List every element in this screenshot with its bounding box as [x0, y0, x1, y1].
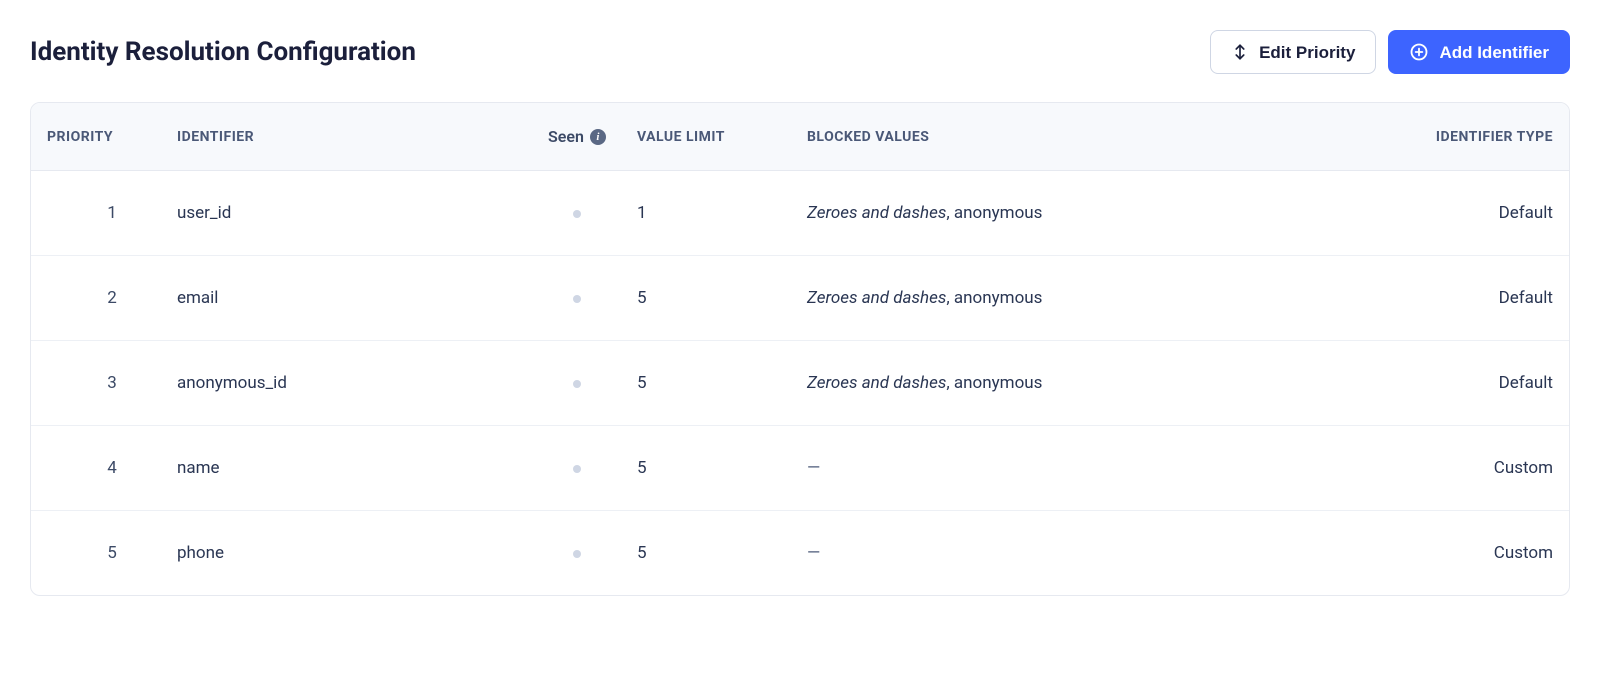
- table-row[interactable]: 1user_id1Zeroes and dashes, anonymousDef…: [31, 171, 1569, 256]
- col-seen-label: Seen: [548, 127, 584, 146]
- blocked-values-empty: —: [807, 458, 820, 478]
- blocked-values-italic: Zeroes and dashes: [807, 288, 946, 308]
- cell-identifier-type: Default: [1373, 373, 1553, 393]
- cell-blocked-values: Zeroes and dashes, anonymous: [807, 288, 1373, 308]
- header-actions: Edit Priority Add Identifier: [1210, 30, 1570, 74]
- cell-blocked-values: Zeroes and dashes, anonymous: [807, 203, 1373, 223]
- add-identifier-button[interactable]: Add Identifier: [1388, 30, 1570, 74]
- blocked-values-rest: , anonymous: [946, 203, 1042, 223]
- cell-value-limit: 5: [637, 373, 807, 393]
- cell-value-limit: 5: [637, 543, 807, 563]
- cell-blocked-values: —: [807, 458, 1373, 478]
- cell-priority: 1: [47, 203, 177, 223]
- blocked-values-italic: Zeroes and dashes: [807, 203, 946, 223]
- table-body: 1user_id1Zeroes and dashes, anonymousDef…: [31, 171, 1569, 595]
- add-identifier-label: Add Identifier: [1439, 44, 1549, 61]
- edit-priority-button[interactable]: Edit Priority: [1210, 30, 1376, 74]
- page-title: Identity Resolution Configuration: [30, 37, 416, 67]
- cell-value-limit: 5: [637, 288, 807, 308]
- cell-value-limit: 1: [637, 203, 807, 223]
- plus-circle-icon: [1409, 42, 1429, 62]
- cell-priority: 2: [47, 288, 177, 308]
- cell-identifier-type: Custom: [1373, 543, 1553, 563]
- sort-arrows-icon: [1231, 43, 1249, 61]
- col-blocked-values-header: BLOCKED VALUES: [807, 129, 1373, 145]
- cell-identifier-type: Default: [1373, 288, 1553, 308]
- seen-indicator-icon: [573, 380, 581, 388]
- cell-identifier: name: [177, 458, 517, 478]
- cell-blocked-values: —: [807, 543, 1373, 563]
- table-row[interactable]: 2email5Zeroes and dashes, anonymousDefau…: [31, 256, 1569, 341]
- identifier-table: PRIORITY IDENTIFIER Seen i VALUE LIMIT B…: [30, 102, 1570, 596]
- cell-seen: [517, 543, 637, 563]
- blocked-values-italic: Zeroes and dashes: [807, 373, 946, 393]
- cell-identifier: email: [177, 288, 517, 308]
- cell-priority: 3: [47, 373, 177, 393]
- col-priority-header: PRIORITY: [47, 129, 177, 145]
- cell-priority: 4: [47, 458, 177, 478]
- table-header-row: PRIORITY IDENTIFIER Seen i VALUE LIMIT B…: [31, 103, 1569, 171]
- cell-identifier-type: Custom: [1373, 458, 1553, 478]
- col-identifier-type-header: IDENTIFIER TYPE: [1373, 129, 1553, 145]
- cell-identifier-type: Default: [1373, 203, 1553, 223]
- table-row[interactable]: 5phone5—Custom: [31, 511, 1569, 595]
- cell-seen: [517, 203, 637, 223]
- seen-indicator-icon: [573, 210, 581, 218]
- cell-identifier: user_id: [177, 203, 517, 223]
- col-value-limit-header: VALUE LIMIT: [637, 129, 807, 145]
- cell-value-limit: 5: [637, 458, 807, 478]
- cell-identifier: phone: [177, 543, 517, 563]
- cell-priority: 5: [47, 543, 177, 563]
- seen-indicator-icon: [573, 465, 581, 473]
- info-icon[interactable]: i: [590, 129, 606, 145]
- cell-identifier: anonymous_id: [177, 373, 517, 393]
- cell-seen: [517, 288, 637, 308]
- page-header: Identity Resolution Configuration Edit P…: [30, 30, 1570, 74]
- table-row[interactable]: 4name 5— Custom: [31, 426, 1569, 511]
- blocked-values-empty: —: [807, 543, 820, 563]
- seen-indicator-icon: [573, 550, 581, 558]
- seen-indicator-icon: [573, 295, 581, 303]
- table-row[interactable]: 3anonymous_id 5Zeroes and dashes, anonymo…: [31, 341, 1569, 426]
- blocked-values-rest: , anonymous: [946, 288, 1042, 308]
- col-seen-header: Seen i: [517, 127, 637, 146]
- blocked-values-rest: , anonymous: [946, 373, 1042, 393]
- cell-seen: [517, 373, 637, 393]
- cell-seen: [517, 458, 637, 478]
- col-identifier-header: IDENTIFIER: [177, 129, 517, 145]
- edit-priority-label: Edit Priority: [1259, 44, 1355, 61]
- cell-blocked-values: Zeroes and dashes, anonymous: [807, 373, 1373, 393]
